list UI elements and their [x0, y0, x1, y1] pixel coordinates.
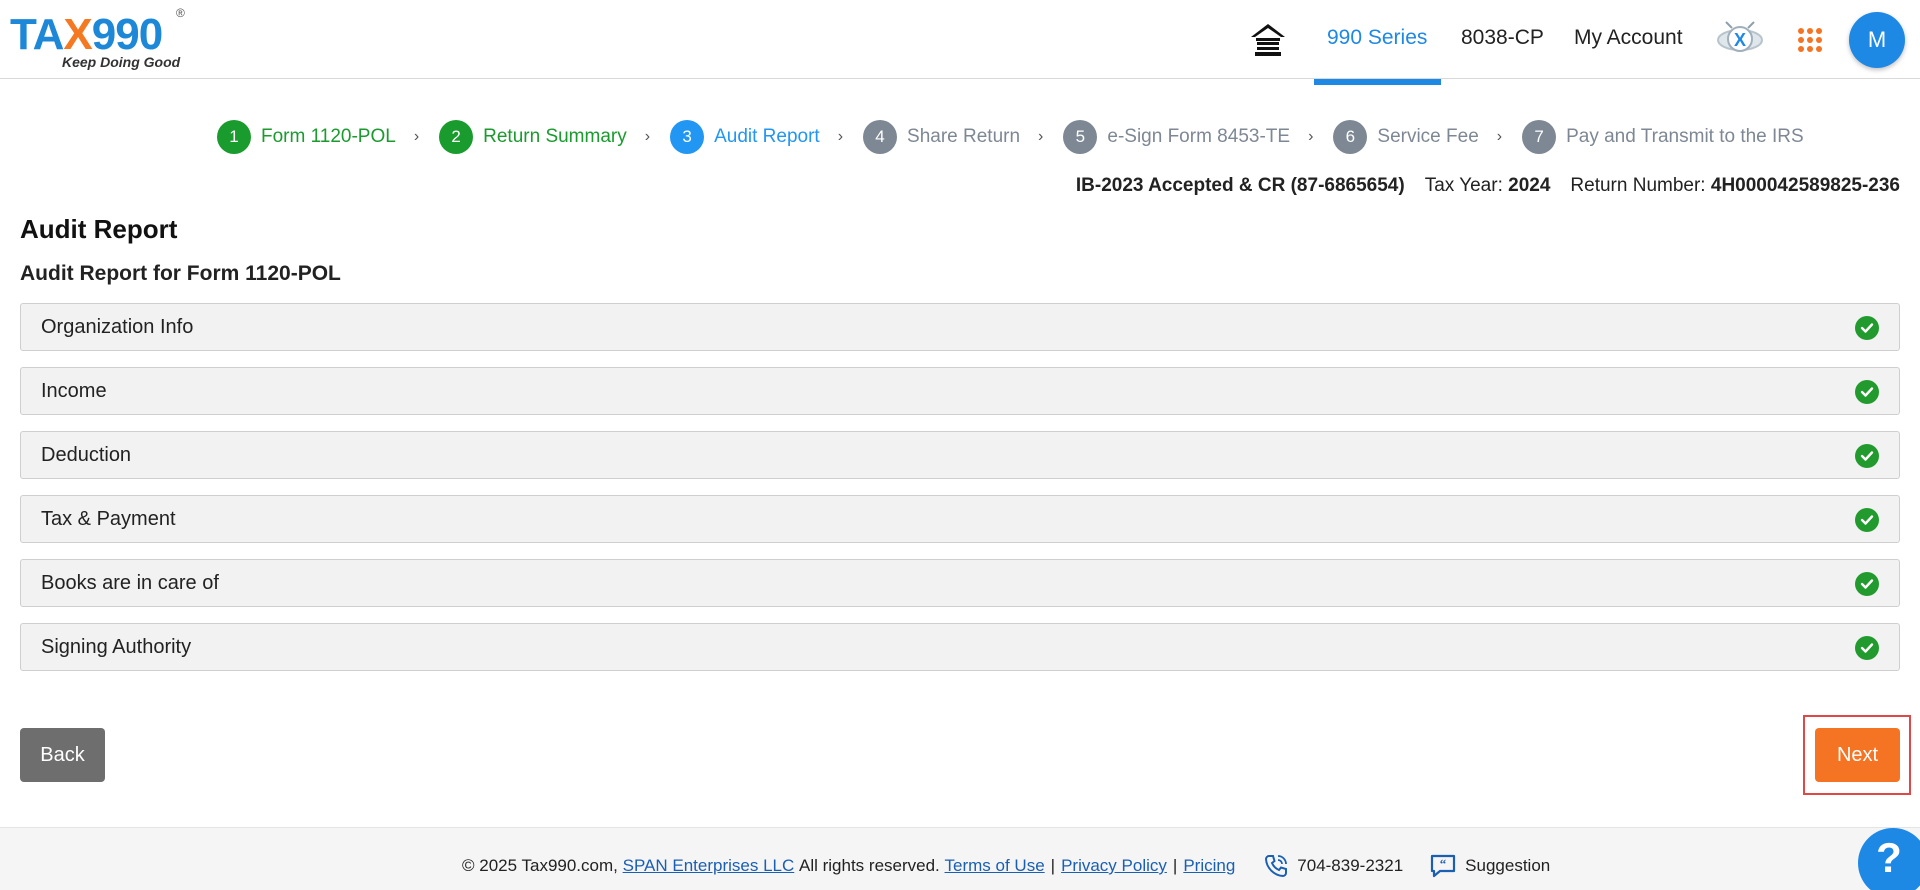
- check-circle-icon: [1855, 316, 1879, 340]
- privacy-policy-link[interactable]: Privacy Policy: [1061, 856, 1167, 876]
- check-circle-icon: [1855, 380, 1879, 404]
- section-income[interactable]: Income: [20, 367, 1900, 415]
- step-number: 7: [1522, 120, 1557, 154]
- section-tax-payment[interactable]: Tax & Payment: [20, 495, 1900, 543]
- page-footer: © 2025 Tax990.com, SPAN Enterprises LLC …: [0, 827, 1920, 890]
- progress-stepper: 1 Form 1120-POL › 2 Return Summary › 3 A…: [217, 119, 1804, 155]
- step-number: 4: [863, 120, 898, 154]
- section-label: Signing Authority: [41, 635, 192, 658]
- suggestion-link[interactable]: Suggestion: [1465, 856, 1550, 876]
- next-button[interactable]: Next: [1815, 728, 1900, 782]
- page-title: Audit Report: [20, 214, 178, 244]
- return-number-value: 4H000042589825-236: [1710, 175, 1900, 196]
- tax-year-value: 2024: [1508, 175, 1551, 196]
- return-number-label: Return Number:: [1570, 175, 1706, 196]
- step-label: e-Sign Form 8453-TE: [1107, 126, 1291, 147]
- chevron-right-icon: ›: [413, 128, 420, 145]
- nav-8038-cp[interactable]: 8038-CP: [1461, 26, 1544, 50]
- step-label: Share Return: [907, 126, 1021, 147]
- logo-wordmark: TAX990: [10, 10, 163, 59]
- check-circle-icon: [1855, 572, 1879, 596]
- logo-registered-mark: ®: [176, 6, 185, 20]
- home-icon[interactable]: [1248, 20, 1288, 60]
- section-label: Organization Info: [41, 315, 194, 338]
- section-label: Income: [41, 379, 107, 402]
- step-number: 2: [439, 120, 474, 154]
- page-subtitle: Audit Report for Form 1120-POL: [20, 262, 341, 285]
- audit-sections: Organization Info Income Deduction Tax &…: [20, 303, 1900, 687]
- active-nav-indicator: [1314, 79, 1441, 85]
- step-label: Return Summary: [483, 126, 627, 147]
- suggestion-icon: “: [1429, 852, 1457, 880]
- step-pay-transmit[interactable]: 7 Pay and Transmit to the IRS: [1522, 120, 1804, 154]
- step-esign-8453-te[interactable]: 5 e-Sign Form 8453-TE: [1063, 120, 1290, 154]
- section-label: Tax & Payment: [41, 507, 176, 530]
- section-books-in-care-of[interactable]: Books are in care of: [20, 559, 1900, 607]
- step-label: Form 1120-POL: [261, 126, 396, 147]
- chevron-right-icon: ›: [1308, 128, 1314, 145]
- logo-tagline: Keep Doing Good: [62, 54, 181, 70]
- step-number: 5: [1063, 120, 1098, 154]
- nav-my-account[interactable]: My Account: [1574, 26, 1683, 50]
- copyright-text: © 2025 Tax990.com,: [462, 856, 618, 875]
- nav-990-series[interactable]: 990 Series: [1327, 26, 1427, 50]
- section-deduction[interactable]: Deduction: [20, 431, 1900, 479]
- help-button[interactable]: ?: [1858, 828, 1920, 890]
- step-form-1120-pol[interactable]: 1 Form 1120-POL: [217, 120, 396, 154]
- step-label: Audit Report: [714, 126, 820, 147]
- chevron-right-icon: ›: [644, 128, 651, 145]
- chevron-right-icon: ›: [1496, 128, 1503, 145]
- x-logo-icon[interactable]: X: [1716, 16, 1764, 62]
- phone-number[interactable]: 704-839-2321: [1297, 856, 1403, 876]
- return-info: IB-2023 Accepted & CR (87-6865654) Tax Ye…: [1076, 175, 1900, 197]
- tax-year-label: Tax Year:: [1424, 175, 1503, 196]
- footer-separator: |: [1050, 856, 1056, 875]
- step-number: 1: [217, 120, 251, 154]
- apps-grid-icon[interactable]: [1797, 27, 1823, 53]
- pricing-link[interactable]: Pricing: [1183, 856, 1235, 876]
- span-enterprises-link[interactable]: SPAN Enterprises LLC: [623, 856, 795, 876]
- phone-icon: [1263, 853, 1289, 879]
- section-signing-authority[interactable]: Signing Authority: [20, 623, 1900, 671]
- back-button[interactable]: Back: [20, 728, 105, 782]
- footer-links: © 2025 Tax990.com, SPAN Enterprises LLC …: [462, 852, 1550, 880]
- step-service-fee[interactable]: 6 Service Fee: [1333, 120, 1479, 154]
- step-label: Service Fee: [1377, 126, 1479, 147]
- check-circle-icon: [1855, 636, 1879, 660]
- tax990-logo[interactable]: TAX990 ® Keep Doing Good: [10, 6, 190, 72]
- step-return-summary[interactable]: 2 Return Summary: [439, 120, 627, 154]
- footer-separator: |: [1172, 856, 1178, 875]
- svg-text:X: X: [1734, 30, 1746, 50]
- terms-of-use-link[interactable]: Terms of Use: [945, 856, 1045, 876]
- step-share-return[interactable]: 4 Share Return: [863, 120, 1020, 154]
- step-number: 3: [670, 120, 705, 154]
- top-header: TAX990 ® Keep Doing Good 990 Series 8038…: [0, 0, 1920, 85]
- section-label: Books are in care of: [41, 571, 219, 594]
- step-audit-report[interactable]: 3 Audit Report: [670, 120, 820, 154]
- svg-text:“: “: [1440, 856, 1447, 871]
- step-number: 6: [1333, 120, 1368, 154]
- user-avatar[interactable]: M: [1849, 12, 1905, 68]
- check-circle-icon: [1855, 508, 1879, 532]
- organization-name: IB-2023 Accepted & CR (87-6865654): [1075, 175, 1405, 196]
- check-circle-icon: [1855, 444, 1879, 468]
- chevron-right-icon: ›: [1038, 128, 1044, 145]
- section-organization-info[interactable]: Organization Info: [20, 303, 1900, 351]
- step-label: Pay and Transmit to the IRS: [1566, 126, 1804, 147]
- rights-text: All rights reserved.: [799, 856, 940, 875]
- chevron-right-icon: ›: [837, 128, 844, 145]
- section-label: Deduction: [41, 443, 132, 466]
